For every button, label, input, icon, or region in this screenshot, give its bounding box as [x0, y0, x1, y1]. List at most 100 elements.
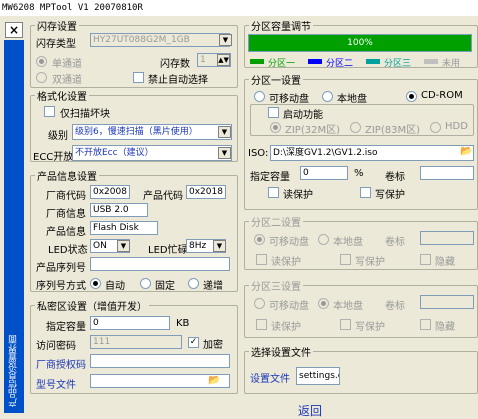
serial-fixed-label: 固定 — [155, 281, 175, 292]
flash-type-label: 闪存类型 — [36, 39, 76, 50]
p1-cdrom-label: CD-ROM — [421, 90, 463, 101]
level-dropdown-icon[interactable]: ▼ — [218, 126, 231, 138]
private-password-input[interactable]: 111 — [90, 335, 182, 349]
p1-volume-input[interactable] — [420, 166, 474, 180]
mptool-window: MW6208 MPTool V1 20070810R × 产品信息设置界面 闪存… — [0, 0, 478, 418]
p1-removable-radio[interactable] — [254, 91, 265, 102]
auth-code-input[interactable] — [90, 354, 230, 368]
vendor-info-input[interactable]: USB 2.0 — [90, 203, 148, 217]
serial-incr-radio[interactable] — [188, 278, 199, 289]
vendor-code-input[interactable]: 0x2008 — [90, 185, 130, 199]
dual-channel-label: 双通道 — [52, 75, 82, 86]
p1-cdrom-radio[interactable] — [406, 91, 417, 102]
p2-local-radio[interactable] — [318, 234, 329, 245]
single-channel-radio[interactable] — [36, 56, 47, 67]
partition3-legend: 分区三设置 — [251, 282, 301, 293]
close-button[interactable]: × — [5, 22, 23, 38]
led-state-dropdown-icon[interactable]: ▼ — [117, 240, 130, 252]
scan-bad-checkbox[interactable] — [44, 106, 55, 117]
p3-hidden-checkbox[interactable] — [420, 319, 431, 330]
config-file-group: 选择设置文件 — [244, 344, 478, 394]
serial-label: 产品序列号 — [36, 263, 86, 274]
format-settings-legend: 格式化设置 — [37, 92, 87, 103]
partition-capacity-percent: 100% — [347, 38, 373, 48]
p1-readonly-checkbox[interactable] — [268, 187, 279, 198]
p3-writeprotect-label: 写保护 — [355, 322, 385, 333]
partition-capacity-bar[interactable]: 100% — [248, 34, 472, 52]
p2-local-label: 本地盘 — [333, 237, 363, 248]
p1-volume-label: 卷标 — [385, 172, 405, 183]
ecc-select[interactable]: 不开放Ecc（建议） — [72, 145, 232, 161]
p1-readonly-label: 读保护 — [283, 190, 313, 201]
private-capacity-input[interactable]: 0 — [90, 316, 170, 330]
dual-channel-radio[interactable] — [36, 72, 47, 83]
product-info-input[interactable]: Flash Disk — [90, 221, 158, 235]
p1-capacity-unit: % — [354, 168, 364, 179]
boot-label: 启动功能 — [283, 110, 323, 121]
zip83-label: ZIP(83M区) — [365, 125, 420, 136]
partition3-legend-label: 分区三 — [384, 59, 412, 69]
p3-readonly-checkbox[interactable] — [256, 319, 267, 330]
iso-label: ISO: — [248, 148, 269, 159]
p3-removable-label: 可移动盘 — [269, 301, 309, 312]
p2-readonly-checkbox[interactable] — [256, 254, 267, 265]
p2-volume-input[interactable] — [420, 231, 474, 245]
serial-incr-label: 递增 — [203, 281, 223, 292]
auth-code-label: 厂商授权码 — [36, 360, 86, 371]
p3-local-radio[interactable] — [318, 298, 329, 309]
partition1-legend-label: 分区一 — [268, 59, 296, 69]
zip83-radio[interactable] — [350, 122, 361, 133]
vendor-code-label: 厂商代码 — [46, 191, 86, 202]
led-state-label: LED状态 — [48, 245, 88, 256]
hdd-radio[interactable] — [430, 122, 441, 133]
flash-type-dropdown-icon[interactable]: ▼ — [219, 34, 232, 46]
p1-capacity-label: 指定容量 — [250, 172, 290, 183]
p3-volume-input[interactable] — [420, 295, 474, 309]
iso-browse-icon[interactable]: 📂 — [460, 146, 472, 157]
p1-writeprotect-label: 写保护 — [375, 190, 405, 201]
scan-bad-label: 仅扫描坏块 — [60, 109, 110, 120]
disable-auto-checkbox[interactable] — [133, 72, 144, 83]
partition1-legend: 分区一设置 — [251, 76, 301, 87]
config-file-legend: 选择设置文件 — [251, 348, 311, 359]
product-info-legend: 产品信息设置 — [37, 172, 97, 183]
p2-writeprotect-checkbox[interactable] — [340, 254, 351, 265]
product-code-input[interactable]: 0x2018 — [186, 185, 226, 199]
p1-capacity-input[interactable]: 0 — [300, 166, 348, 180]
serial-auto-radio[interactable] — [90, 278, 101, 289]
unused-legend-label: 未用 — [442, 59, 461, 69]
flash-count-spin-icon[interactable]: ▲▼ — [217, 54, 230, 66]
boot-checkbox[interactable] — [268, 107, 279, 118]
config-file-input[interactable]: settings.c — [296, 367, 340, 385]
iso-path-input[interactable]: D:\深度GV1.2\GV1.2.iso — [270, 145, 474, 161]
ecc-dropdown-icon[interactable]: ▼ — [218, 147, 231, 159]
serial-input[interactable] — [90, 257, 230, 271]
encrypt-checkbox[interactable]: ✓ — [188, 337, 199, 348]
partition-legend: 分区一 分区二 分区三 未用 — [248, 56, 478, 69]
single-channel-label: 单通道 — [52, 59, 82, 70]
flash-count-label: 闪存数 — [160, 59, 190, 70]
p1-writeprotect-checkbox[interactable] — [360, 187, 371, 198]
p2-removable-radio[interactable] — [254, 234, 265, 245]
zip32-radio[interactable] — [270, 122, 281, 133]
led-blink-dropdown-icon[interactable]: ▼ — [213, 240, 226, 252]
level-select[interactable]: 级别6，慢速扫描（黑片使用） — [72, 124, 232, 140]
product-info-label: 产品信息 — [46, 227, 86, 238]
partition1-swatch — [250, 59, 264, 64]
p2-removable-label: 可移动盘 — [269, 237, 309, 248]
model-file-browse-icon[interactable]: 📂 — [208, 375, 220, 386]
return-link[interactable]: 返回 — [298, 402, 322, 419]
p1-local-radio[interactable] — [322, 91, 333, 102]
p2-hidden-checkbox[interactable] — [420, 254, 431, 265]
p3-hidden-label: 隐藏 — [435, 322, 455, 333]
level-label: 级别 — [48, 131, 68, 142]
serial-auto-label: 自动 — [105, 281, 125, 292]
window-title: MW6208 MPTool V1 20070810R — [0, 0, 478, 16]
p3-writeprotect-checkbox[interactable] — [340, 319, 351, 330]
flash-type-select[interactable]: HY27UT088G2M_1GB — [90, 33, 230, 47]
p3-readonly-label: 读保护 — [271, 322, 301, 333]
p3-removable-radio[interactable] — [254, 298, 265, 309]
private-capacity-unit: KB — [176, 318, 190, 329]
p2-volume-label: 卷标 — [385, 237, 405, 248]
serial-fixed-radio[interactable] — [140, 278, 151, 289]
